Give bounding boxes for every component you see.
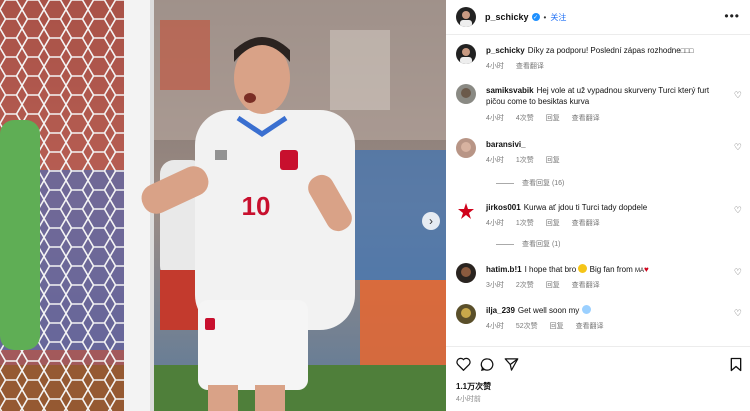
shirt-number: 10 bbox=[242, 191, 271, 221]
reply-link[interactable]: 回复 bbox=[550, 323, 564, 330]
view-replies-label: 查看回复 (1) bbox=[522, 241, 561, 248]
caption: p_schicky Díky za podporu! Poslední zápas… bbox=[456, 44, 750, 72]
post-like-count[interactable]: 1.1万次赞 bbox=[456, 381, 491, 392]
comment-username[interactable]: jirkos001 bbox=[486, 203, 521, 212]
comment-time: 4小时 bbox=[486, 323, 504, 330]
comment-username[interactable]: hatim.b!1 bbox=[486, 265, 522, 274]
comment-text-part3: MA bbox=[635, 268, 644, 274]
commenter-avatar[interactable] bbox=[456, 201, 476, 221]
more-options-icon[interactable]: ••• bbox=[724, 9, 740, 23]
comment-likes[interactable]: 1次赞 bbox=[516, 220, 534, 227]
actions-divider bbox=[446, 346, 750, 347]
post-time: 4小时前 bbox=[456, 396, 481, 403]
like-comment-icon[interactable]: ♡ bbox=[734, 308, 742, 319]
comment-likes[interactable]: 1次赞 bbox=[516, 157, 534, 164]
comment-username[interactable]: baransivi_ bbox=[486, 140, 526, 149]
comment-text: Get well soon my bbox=[517, 306, 580, 315]
like-comment-icon[interactable]: ♡ bbox=[734, 90, 742, 101]
comment-likes[interactable]: 4次赞 bbox=[516, 115, 534, 122]
author-username[interactable]: p_schicky bbox=[485, 12, 529, 22]
comment-username[interactable]: ilja_239 bbox=[486, 306, 515, 315]
commenter-avatar[interactable] bbox=[456, 138, 476, 158]
emoji-heart-icon: ♥ bbox=[644, 265, 649, 274]
post-header: p_schicky ✓ • 关注 ••• bbox=[446, 0, 750, 34]
reply-link[interactable]: 回复 bbox=[546, 115, 560, 122]
comment-username[interactable]: samiksvabik bbox=[486, 86, 534, 95]
view-replies-button[interactable]: 查看回复 (1) bbox=[496, 239, 561, 249]
post-photo: 10 › bbox=[0, 0, 446, 411]
next-photo-button[interactable]: › bbox=[422, 212, 440, 230]
comment-item: ilja_239 Get well soon my ♡ 4小时 52次赞 回复 查… bbox=[456, 304, 750, 334]
commenter-avatar[interactable] bbox=[456, 304, 476, 324]
share-icon[interactable] bbox=[503, 356, 519, 372]
header-divider bbox=[446, 34, 750, 35]
comment-username[interactable]: p_schicky bbox=[486, 46, 525, 55]
comment-text: Kurwa ať jdou ti Turci tady dopdele bbox=[523, 203, 648, 212]
translate-link[interactable]: 查看翻译 bbox=[572, 115, 600, 122]
comment-text: I hope that bro bbox=[524, 265, 577, 274]
author-avatar[interactable] bbox=[456, 7, 476, 27]
translate-link[interactable]: 查看翻译 bbox=[572, 220, 600, 227]
comment-time: 4小时 bbox=[486, 115, 504, 122]
post-actions bbox=[446, 352, 750, 376]
view-replies-label: 查看回复 (16) bbox=[522, 180, 565, 187]
reply-link[interactable]: 回复 bbox=[546, 220, 560, 227]
comment-text-part2: Big fan from bbox=[589, 265, 633, 274]
view-replies-button[interactable]: 查看回复 (16) bbox=[496, 178, 564, 188]
comment-time: 4小时 bbox=[486, 220, 504, 227]
comment-item: jirkos001 Kurwa ať jdou ti Turci tady dop… bbox=[456, 201, 750, 251]
comment-icon[interactable] bbox=[479, 356, 495, 372]
comment-likes[interactable]: 2次赞 bbox=[516, 282, 534, 289]
comment-item: samiksvabik Hej vole at už vypadnou skurv… bbox=[456, 84, 750, 124]
comment-likes[interactable]: 52次赞 bbox=[516, 323, 538, 330]
post-side-panel: p_schicky ✓ • 关注 ••• p_schicky Díky za po… bbox=[446, 0, 750, 411]
verified-badge-icon: ✓ bbox=[531, 13, 540, 21]
emoji-face-icon bbox=[578, 264, 588, 273]
comment-time: 4小时 bbox=[486, 63, 504, 70]
reply-link[interactable]: 回复 bbox=[546, 157, 560, 164]
commenter-avatar[interactable] bbox=[456, 84, 476, 104]
translate-link[interactable]: 查看翻译 bbox=[572, 282, 600, 289]
translate-link[interactable]: 查看翻译 bbox=[576, 323, 604, 330]
comment-text: Díky za podporu! Poslední zápas rozhodne bbox=[527, 46, 681, 55]
like-post-icon[interactable] bbox=[455, 356, 471, 372]
comment-time: 4小时 bbox=[486, 157, 504, 164]
comment-time: 3小时 bbox=[486, 282, 504, 289]
emoji-flags-icon: □□□ bbox=[680, 48, 694, 55]
like-comment-icon[interactable]: ♡ bbox=[734, 267, 742, 278]
reply-link[interactable]: 回复 bbox=[546, 282, 560, 289]
replies-line bbox=[496, 182, 514, 184]
commenter-avatar[interactable] bbox=[456, 44, 476, 64]
commenter-avatar[interactable] bbox=[456, 263, 476, 283]
comment-item: baransivi_ ♡ 4小时 1次赞 回复 查看回复 (16) bbox=[456, 138, 750, 188]
separator-dot: • bbox=[543, 12, 547, 22]
comment-item: hatim.b!1 I hope that bro Big fan from MA… bbox=[456, 263, 750, 293]
replies-line bbox=[496, 243, 514, 245]
like-comment-icon[interactable]: ♡ bbox=[734, 142, 742, 153]
emoji-crying-icon bbox=[581, 305, 591, 314]
follow-button[interactable]: 关注 bbox=[550, 12, 566, 23]
like-comment-icon[interactable]: ♡ bbox=[734, 205, 742, 216]
translate-link[interactable]: 查看翻译 bbox=[516, 63, 544, 70]
bookmark-icon[interactable] bbox=[728, 356, 744, 372]
